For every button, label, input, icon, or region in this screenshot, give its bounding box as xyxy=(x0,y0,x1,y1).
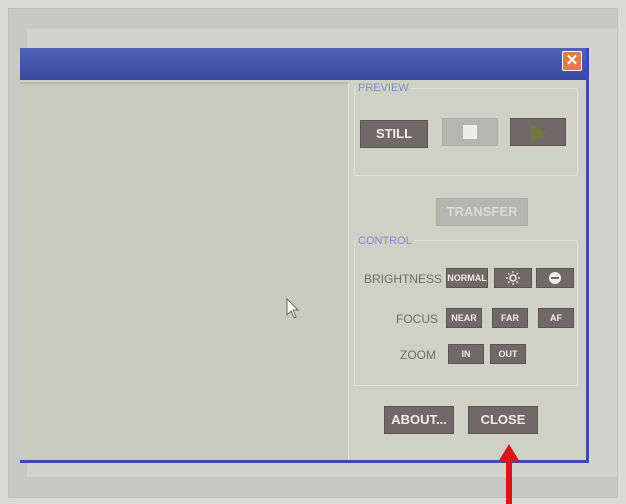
red-arrow-icon xyxy=(498,444,520,504)
mouse-pointer-icon xyxy=(286,298,300,319)
camera-control-window: ✕ PREVIEW STILL TRANSFER CONTROL BRIGHTN… xyxy=(20,48,589,463)
still-button[interactable]: STILL xyxy=(360,120,428,148)
control-panel: PREVIEW STILL TRANSFER CONTROL BRIGHTNES… xyxy=(350,82,580,458)
brightness-up-button[interactable] xyxy=(494,268,532,288)
brightness-minus-icon xyxy=(549,272,561,284)
preview-viewer xyxy=(20,82,349,460)
zoom-out-button[interactable]: OUT xyxy=(490,344,526,364)
brightness-down-button[interactable] xyxy=(536,268,574,288)
focus-label: FOCUS xyxy=(396,312,438,326)
focus-af-button[interactable]: AF xyxy=(538,308,574,328)
play-icon xyxy=(531,124,547,142)
about-button[interactable]: ABOUT... xyxy=(384,406,454,434)
focus-far-button[interactable]: FAR xyxy=(492,308,528,328)
brightness-sun-icon xyxy=(506,271,520,285)
window-titlebar: ✕ xyxy=(20,48,586,80)
close-icon[interactable]: ✕ xyxy=(562,51,582,71)
zoom-label: ZOOM xyxy=(400,348,436,362)
zoom-in-button[interactable]: IN xyxy=(448,344,484,364)
transfer-button[interactable]: TRANSFER xyxy=(436,198,528,226)
brightness-label: BRIGHTNESS xyxy=(363,272,442,286)
preview-group-title: PREVIEW xyxy=(356,82,411,94)
control-group-title: CONTROL xyxy=(356,235,414,247)
focus-near-button[interactable]: NEAR xyxy=(446,308,482,328)
stop-button[interactable] xyxy=(442,118,498,146)
stop-icon xyxy=(463,125,477,139)
close-button[interactable]: CLOSE xyxy=(468,406,538,434)
brightness-normal-button[interactable]: NORMAL xyxy=(446,268,488,288)
play-button[interactable] xyxy=(510,118,566,146)
